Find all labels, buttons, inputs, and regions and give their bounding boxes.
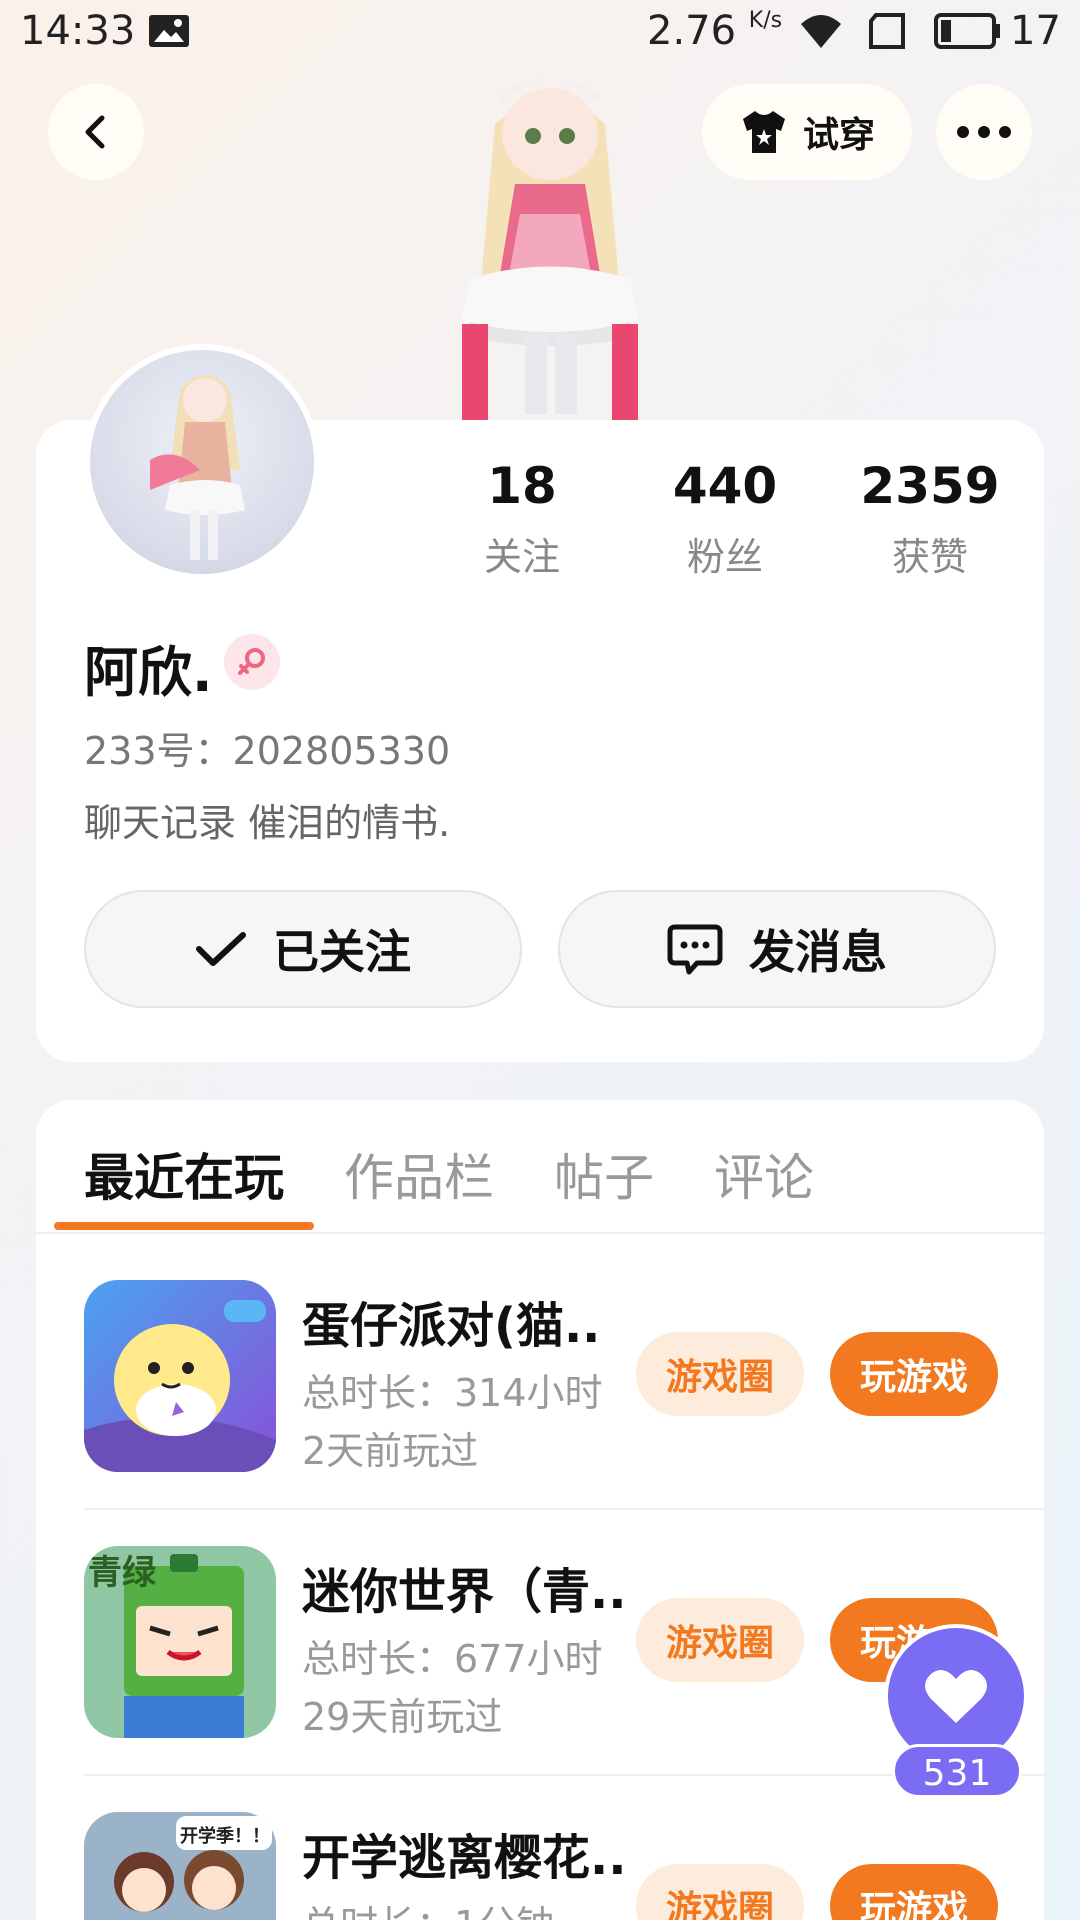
stat-label: 关注: [483, 535, 560, 579]
avatar-character-image: [460, 79, 640, 424]
back-icon: [85, 115, 105, 149]
try-on-button[interactable]: 试穿: [702, 84, 912, 180]
game-row[interactable]: 开学季！！ 开学逃离樱花.. 总时长：1分钟 游戏圈 玩游戏: [84, 1812, 1004, 1920]
user-id: 233号：202805330: [84, 729, 451, 773]
chat-icon: [667, 924, 723, 975]
wifi-icon: [801, 15, 841, 48]
stat-following[interactable]: 18 关注: [422, 456, 622, 581]
heart-icon: [925, 1670, 987, 1723]
stat-likes[interactable]: 2359 获赞: [830, 456, 1030, 581]
divider: [84, 1508, 1044, 1510]
tab-works[interactable]: 作品栏: [344, 1138, 494, 1210]
game-circle-button[interactable]: 游戏圈: [636, 1864, 804, 1920]
divider: [36, 1232, 1044, 1234]
game-icon-mini-world[interactable]: 青绿: [84, 1546, 276, 1738]
game-title: 蛋仔派对(猫..: [302, 1298, 601, 1354]
signature: 聊天记录 催泪的情书.: [84, 801, 451, 845]
net-speed: 2.76 K/s: [647, 8, 783, 54]
stat-value: 2359: [860, 457, 1000, 515]
game-circle-button[interactable]: 游戏圈: [636, 1332, 804, 1416]
female-icon: [238, 648, 265, 675]
game-circle-button[interactable]: 游戏圈: [636, 1598, 804, 1682]
play-game-button[interactable]: 玩游戏: [830, 1864, 998, 1920]
username: 阿欣.: [84, 641, 213, 704]
game-row[interactable]: 蛋仔派对(猫.. 总时长：314小时 2天前玩过 游戏圈 玩游戏: [84, 1280, 1004, 1476]
gallery-icon: [149, 15, 189, 47]
status-time: 14:33: [20, 8, 136, 54]
avatar[interactable]: [84, 344, 320, 580]
followed-button[interactable]: 已关注: [84, 890, 522, 1008]
battery-icon: [934, 13, 1000, 49]
school-badge: 开学季！！: [180, 1825, 270, 1847]
game-icon-eggy-party[interactable]: [84, 1280, 276, 1472]
more-icon: [957, 126, 1011, 138]
more-button[interactable]: [936, 84, 1032, 180]
stat-fans[interactable]: 440 粉丝: [625, 456, 825, 581]
game-duration: 总时长：1分钟: [302, 1894, 554, 1920]
mini-world-badge: 青绿: [88, 1553, 157, 1593]
game-icon-sakura-school[interactable]: 开学季！！: [84, 1812, 276, 1920]
profile-tabs: 最近在玩 作品栏 帖子 评论: [0, 1100, 1080, 1230]
try-on-label: 试穿: [802, 115, 875, 156]
game-title: 迷你世界（青..: [302, 1564, 627, 1620]
game-duration: 总时长：677小时: [302, 1637, 603, 1681]
game-row[interactable]: 青绿 迷你世界（青.. 总时长：677小时 29天前玩过 游戏圈 玩游戏: [84, 1546, 1004, 1742]
tab-recently-played[interactable]: 最近在玩: [84, 1138, 284, 1210]
send-message-button[interactable]: 发消息: [558, 890, 996, 1008]
game-duration: 总时长：314小时: [302, 1371, 603, 1415]
avatar-image: [150, 375, 245, 560]
battery-level: 17: [1010, 8, 1061, 54]
check-icon: [196, 932, 246, 966]
back-button[interactable]: [48, 84, 144, 180]
gender-badge: [224, 634, 280, 690]
tab-posts[interactable]: 帖子: [554, 1138, 654, 1210]
active-tab-indicator: [54, 1222, 314, 1230]
game-title: 开学逃离樱花..: [302, 1830, 627, 1886]
stat-label: 获赞: [891, 535, 968, 579]
game-last-played: 2天前玩过: [302, 1429, 479, 1473]
tab-comments[interactable]: 评论: [714, 1138, 814, 1210]
sim-icon: [869, 13, 905, 49]
stat-value: 18: [487, 457, 557, 515]
stat-label: 粉丝: [686, 535, 763, 579]
tshirt-icon: [742, 111, 785, 153]
play-game-button[interactable]: 玩游戏: [830, 1332, 998, 1416]
followed-label: 已关注: [273, 925, 411, 979]
send-message-label: 发消息: [749, 925, 887, 979]
status-bar: 14:33 2.76 K/s 17: [0, 0, 1080, 64]
like-count: 531: [892, 1744, 1022, 1798]
game-last-played: 29天前玩过: [302, 1695, 503, 1739]
stat-value: 440: [672, 457, 778, 515]
